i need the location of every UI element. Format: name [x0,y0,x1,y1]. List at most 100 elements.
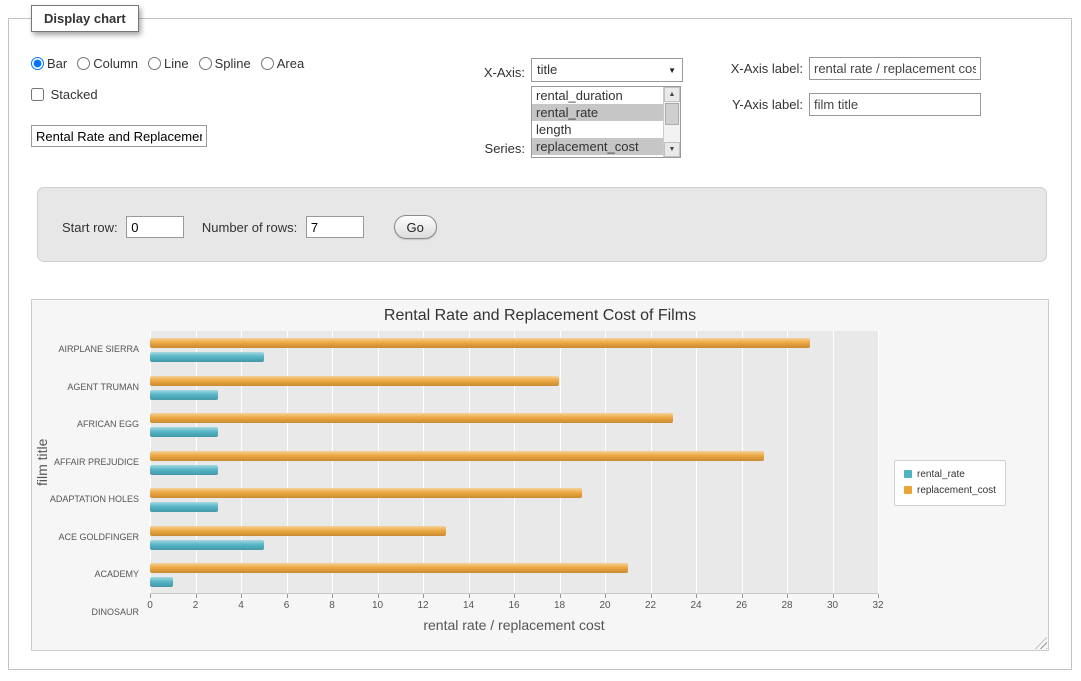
chart-type-radios: Bar Column Line Spline Area [31,56,314,71]
tick-mark [423,594,424,598]
bar-replacement_cost[interactable] [150,451,764,461]
chart-type-radio-spline[interactable]: Spline [199,56,251,71]
tick-mark [196,594,197,598]
chart-type-radio-line[interactable]: Line [148,56,189,71]
category-label: AFFAIR PREJUDICE [46,444,145,482]
bar-rental_rate[interactable] [150,577,173,587]
bar-replacement_cost[interactable] [150,338,810,348]
category-label: ACE GOLDFINGER [46,519,145,557]
y-axis-label-input[interactable] [809,93,981,116]
x-tick-label: 28 [781,600,792,611]
bar-rental_rate[interactable] [150,540,264,550]
category-labels: AIRPLANE SIERRAAGENT TRUMANAFRICAN EGGAF… [46,331,145,594]
bar-rental_rate[interactable] [150,427,218,437]
x-tick-label: 30 [827,600,838,611]
num-rows-input[interactable] [306,216,364,238]
series-select-label: Series: [429,141,525,156]
legend-swatch-icon [904,486,912,494]
bar-replacement_cost[interactable] [150,376,559,386]
tick-mark [787,594,788,598]
bar-group [150,406,878,444]
x-axis-label-input[interactable] [809,57,981,80]
stacked-checkbox-label[interactable]: Stacked [31,87,98,102]
series-option-rental_duration[interactable]: rental_duration [532,87,663,104]
bar-rental_rate[interactable] [150,390,218,400]
chart-type-radio-bar[interactable]: Bar [31,56,67,71]
tick-mark [150,594,151,598]
tick-mark [332,594,333,598]
bar-replacement_cost[interactable] [150,488,582,498]
x-axis-select-label: X-Axis: [429,61,525,85]
category-label: AFRICAN EGG [46,406,145,444]
bar-rental_rate[interactable] [150,465,218,475]
series-option-length[interactable]: length [532,121,663,138]
num-rows-label: Number of rows: [202,220,297,235]
fieldset-legend: Display chart [31,5,139,32]
series-option-rental_rate[interactable]: rental_rate [532,104,663,121]
tick-mark [287,594,288,598]
series-options: rental_durationrental_ratelengthreplacem… [532,87,663,155]
bar-group [150,369,878,407]
legend-item-replacement_cost[interactable]: replacement_cost [904,483,996,499]
x-tick-label: 32 [872,600,883,611]
chart-title-input[interactable] [31,125,207,147]
start-row-input[interactable] [126,216,184,238]
gridline [878,331,879,593]
radio-bar[interactable] [31,57,44,70]
x-tick-label: 26 [736,600,747,611]
tick-mark [378,594,379,598]
tick-mark [878,594,879,598]
bar-group [150,444,878,482]
x-tick-label: 24 [690,600,701,611]
x-tick-label: 22 [645,600,656,611]
stacked-row: Stacked [31,87,98,102]
x-tick-label: 8 [329,600,335,611]
x-tick-label: 20 [599,600,610,611]
chart-type-radio-area[interactable]: Area [261,56,304,71]
category-label: AIRPLANE SIERRA [46,331,145,369]
tick-mark [833,594,834,598]
bar-group [150,556,878,594]
tick-mark [241,594,242,598]
x-tick-label: 18 [554,600,565,611]
tick-mark [560,594,561,598]
tick-mark [651,594,652,598]
x-axis-label-label: X-Axis label: [647,57,803,80]
radio-column[interactable] [77,57,90,70]
bar-replacement_cost[interactable] [150,526,446,536]
category-label: ACADEMY DINOSAUR [46,556,145,631]
radio-line[interactable] [148,57,161,70]
page: Display chart Bar Column Line Spline Area St… [0,0,1081,681]
legend-item-rental_rate[interactable]: rental_rate [904,467,996,483]
x-tick-label: 0 [147,600,153,611]
stacked-checkbox[interactable] [31,88,44,101]
x-axis-selected-value: title [537,62,557,77]
legend-swatch-icon [904,470,912,478]
start-row-label: Start row: [62,220,118,235]
radio-area[interactable] [261,57,274,70]
x-tick-label: 6 [284,600,290,611]
display-chart-fieldset: Display chart BarColumnLineSplineArea St… [8,18,1072,670]
x-tick-label: 10 [372,600,383,611]
plot-area [150,331,878,594]
bar-replacement_cost[interactable] [150,563,628,573]
bar-rental_rate[interactable] [150,502,218,512]
rows-panel: Start row: Number of rows: Go [37,187,1047,262]
bar-group [150,331,878,369]
tick-mark [696,594,697,598]
chart-type-radio-column[interactable]: Column [77,56,138,71]
tick-mark [605,594,606,598]
tick-mark [742,594,743,598]
radio-spline[interactable] [199,57,212,70]
category-label: ADAPTATION HOLES [46,481,145,519]
x-tick-label: 2 [193,600,199,611]
bar-replacement_cost[interactable] [150,413,673,423]
bar-rental_rate[interactable] [150,352,264,362]
series-option-replacement_cost[interactable]: replacement_cost [532,138,663,155]
x-tick-label: 4 [238,600,244,611]
resize-handle-icon[interactable] [1035,637,1047,649]
go-button[interactable]: Go [394,215,437,239]
y-axis-label-label: Y-Axis label: [647,93,803,116]
chart-title: Rental Rate and Replacement Cost of Film… [32,307,1048,325]
scroll-down-icon[interactable]: ▼ [664,142,680,157]
